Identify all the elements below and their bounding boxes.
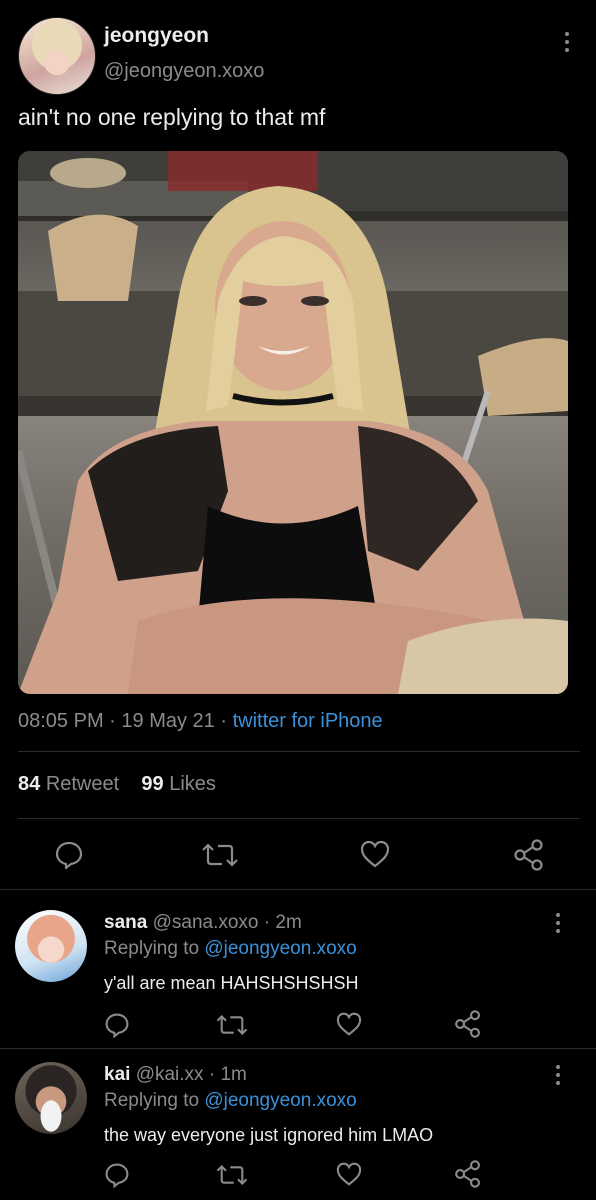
more-options-icon[interactable] xyxy=(555,1065,561,1089)
reply-avatar[interactable] xyxy=(15,910,87,982)
reply-time: 1m xyxy=(220,1064,247,1085)
more-options-icon[interactable] xyxy=(555,913,561,937)
author-name[interactable]: jeongyeon xyxy=(104,24,209,48)
tweet-text: ain't no one replying to that mf xyxy=(18,104,326,130)
tweet-photo[interactable] xyxy=(18,151,568,694)
more-options-icon[interactable] xyxy=(564,32,570,56)
retweets-stat[interactable]: 84 Retweet xyxy=(18,773,119,795)
reply-icon[interactable] xyxy=(104,1162,130,1188)
retweet-icon[interactable] xyxy=(202,841,238,869)
mention-link[interactable]: @jeongyeon.xoxo xyxy=(204,938,356,959)
reply-author-handle[interactable]: @kai.xx xyxy=(136,1064,204,1085)
photo-illustration xyxy=(18,151,568,694)
meta-separator-2: · xyxy=(220,710,228,732)
tweet-meta: 08:05 PM · 19 May 21 · twitter for iPhon… xyxy=(18,710,383,733)
like-icon[interactable] xyxy=(360,840,390,868)
like-icon[interactable] xyxy=(336,1162,362,1186)
likes-stat[interactable]: 99 Likes xyxy=(141,773,216,795)
reply-author-name[interactable]: kai xyxy=(104,1064,130,1085)
divider xyxy=(18,818,580,819)
author-avatar[interactable] xyxy=(18,17,96,95)
share-icon[interactable] xyxy=(513,839,545,871)
reply-icon[interactable] xyxy=(104,1012,130,1038)
share-icon[interactable] xyxy=(454,1160,482,1188)
reply-time: 2m xyxy=(275,912,302,933)
author-handle[interactable]: @jeongyeon.xoxo xyxy=(104,60,264,83)
tweet-stats: 84 Retweet 99 Likes xyxy=(18,773,216,796)
reply-text: y'all are mean HAHSHSHSHSH xyxy=(104,973,359,993)
reply-separator: · xyxy=(208,1064,216,1085)
divider xyxy=(0,1048,596,1049)
tweet-date: 19 May 21 xyxy=(121,710,215,732)
reply-separator: · xyxy=(263,912,271,933)
meta-separator: · xyxy=(109,710,116,732)
reply-icon[interactable] xyxy=(54,840,84,870)
reply-header: sana @sana.xoxo · 2m xyxy=(104,912,302,934)
reply-author-name[interactable]: sana xyxy=(104,912,147,933)
like-icon[interactable] xyxy=(336,1012,362,1036)
mention-link[interactable]: @jeongyeon.xoxo xyxy=(204,1090,356,1111)
share-icon[interactable] xyxy=(454,1010,482,1038)
reply-author-handle[interactable]: @sana.xoxo xyxy=(153,912,259,933)
tweet-source-link[interactable]: twitter for iPhone xyxy=(233,710,383,732)
reply-text: the way everyone just ignored him LMAO xyxy=(104,1125,434,1145)
retweet-icon[interactable] xyxy=(216,1013,248,1037)
reply-avatar[interactable] xyxy=(15,1062,87,1134)
replying-to: Replying to @jeongyeon.xoxo xyxy=(104,938,357,959)
divider xyxy=(18,751,580,752)
replying-to: Replying to @jeongyeon.xoxo xyxy=(104,1090,357,1111)
reply-header: kai @kai.xx · 1m xyxy=(104,1064,247,1086)
divider xyxy=(0,889,596,890)
retweet-icon[interactable] xyxy=(216,1163,248,1187)
tweet-time: 08:05 PM xyxy=(18,710,104,732)
